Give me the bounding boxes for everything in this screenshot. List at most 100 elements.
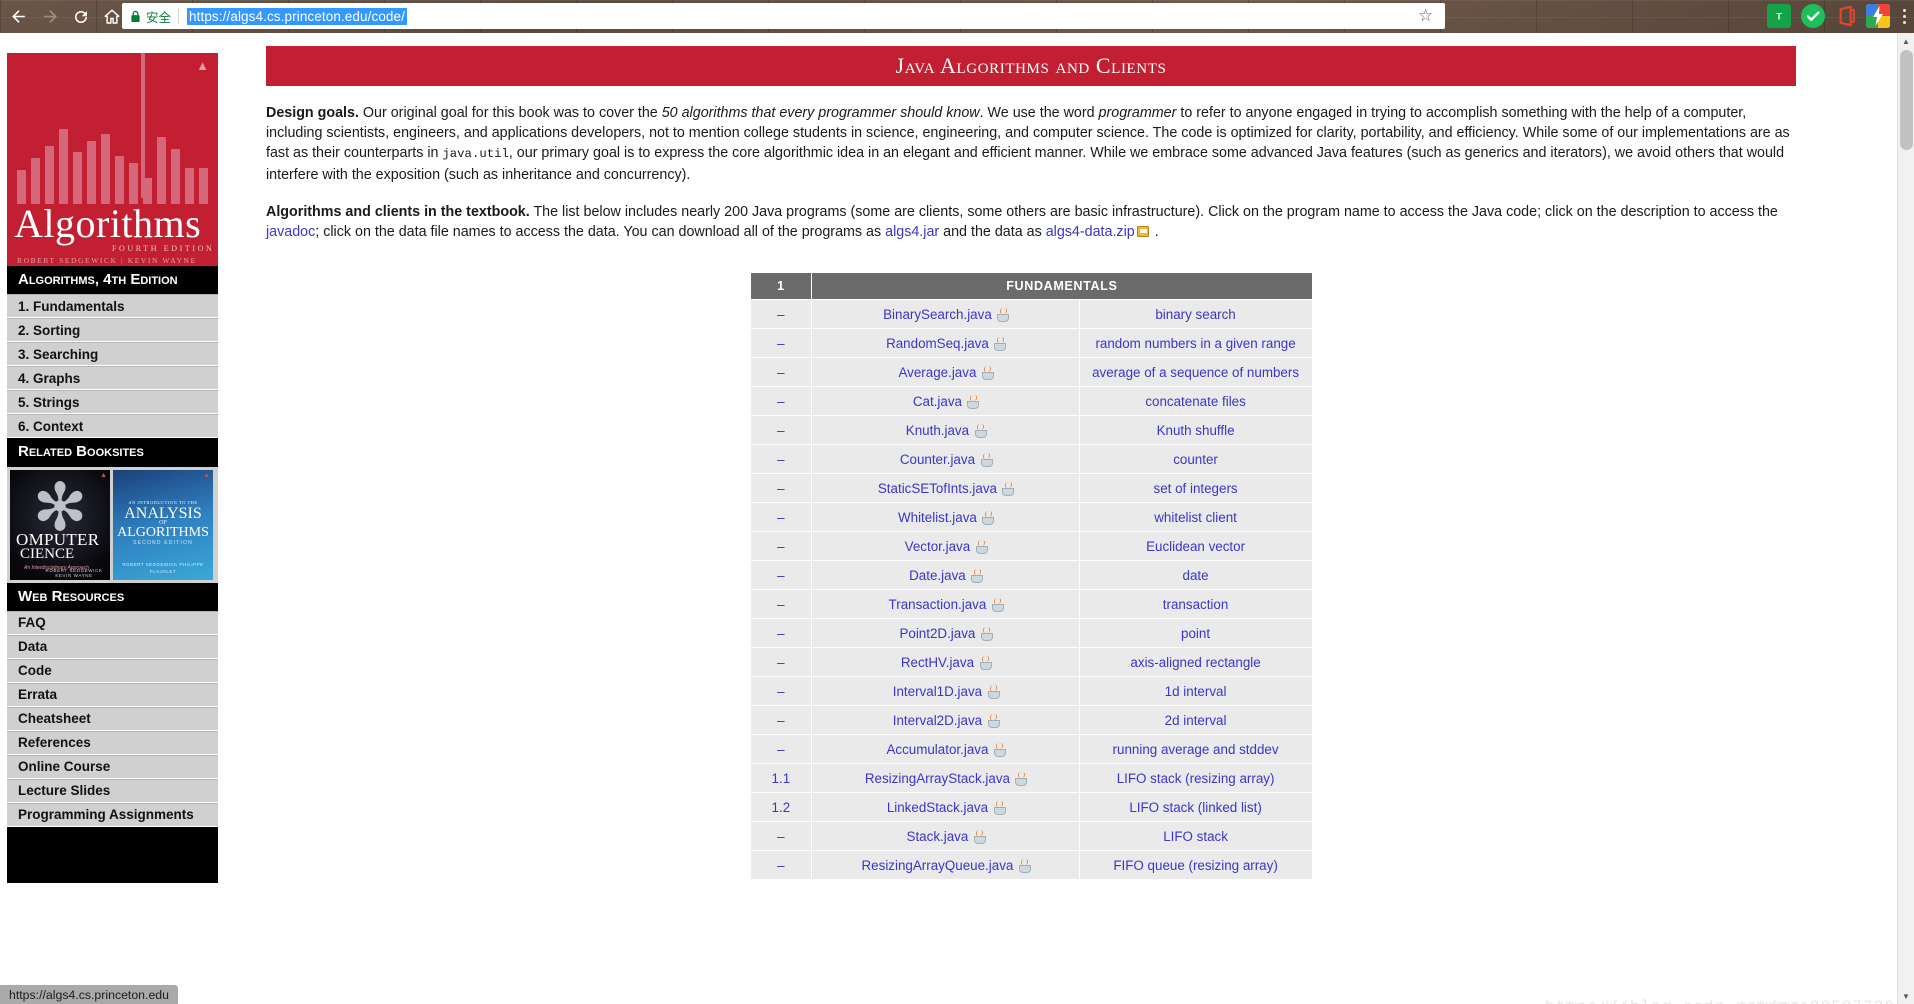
sidebar-item-online-course[interactable]: Online Course xyxy=(7,754,218,779)
program-link[interactable]: RectHV.java xyxy=(901,655,974,670)
table-row: – StaticSETofInts.java set of integers xyxy=(749,473,1313,504)
description-link[interactable]: 2d interval xyxy=(1165,713,1227,728)
related-booksites: ✻ OMPUTER CIENCE An Interdisciplinary Ap… xyxy=(7,466,218,583)
table-row: 1.2 LinkedStack.java LIFO stack (linked li… xyxy=(749,792,1313,823)
analysis-of-algorithms-booksite-link[interactable]: AN INTRODUCTION TO THE ANALYSIS OF ALGOR… xyxy=(113,469,213,580)
description-cell: 1d interval xyxy=(1078,676,1313,707)
table-row: – RandomSeq.java random numbers in a given… xyxy=(749,328,1313,359)
program-link[interactable]: LinkedStack.java xyxy=(887,800,988,815)
sidebar-item-fundamentals[interactable]: 1. Fundamentals xyxy=(7,294,218,319)
table-row: – BinarySearch.java binary search xyxy=(749,299,1313,330)
sidebar-item-faq[interactable]: FAQ xyxy=(7,610,218,635)
url-text[interactable]: https://algs4.cs.princeton.edu/code/ xyxy=(187,7,407,25)
csdn-watermark: https://blog.csdn.net/qq_33587730 https:… xyxy=(1545,998,1895,1004)
description-cell: FIFO queue (resizing array) xyxy=(1078,850,1313,881)
aa-line1: AN INTRODUCTION TO THE xyxy=(128,499,198,505)
description-link[interactable]: transaction xyxy=(1163,597,1229,612)
table-row: 1.1 ResizingArrayStack.java LIFO stack (re… xyxy=(749,763,1313,794)
scroll-down-arrow-icon[interactable]: ▼ xyxy=(1898,988,1914,1004)
description-cell: whitelist client xyxy=(1078,502,1313,533)
description-link[interactable]: concatenate files xyxy=(1145,394,1246,409)
back-button[interactable] xyxy=(4,2,33,31)
program-link[interactable]: Average.java xyxy=(898,365,976,380)
program-link[interactable]: Stack.java xyxy=(907,829,969,844)
chrome-menu-button[interactable] xyxy=(1897,5,1911,27)
program-link[interactable]: Interval1D.java xyxy=(893,684,982,699)
page-scrollbar[interactable]: ▲ ▼ xyxy=(1897,33,1914,1004)
table-body: – BinarySearch.java binary search – RandomSe… xyxy=(749,299,1313,881)
forward-button[interactable] xyxy=(36,2,65,31)
java-cup-icon xyxy=(979,656,992,671)
description-link[interactable]: FIFO queue (resizing array) xyxy=(1113,858,1277,873)
sidebar-item-lecture-slides[interactable]: Lecture Slides xyxy=(7,778,218,803)
back-arrow-icon xyxy=(12,10,25,23)
description-link[interactable]: date xyxy=(1183,568,1209,583)
scroll-up-arrow-icon[interactable]: ▲ xyxy=(1898,33,1914,49)
sidebar-item-graphs[interactable]: 4. Graphs xyxy=(7,366,218,391)
description-link[interactable]: average of a sequence of numbers xyxy=(1092,365,1299,380)
program-link[interactable]: Knuth.java xyxy=(906,423,969,438)
description-link[interactable]: point xyxy=(1181,626,1210,641)
program-link[interactable]: ResizingArrayQueue.java xyxy=(862,858,1014,873)
java-cup-icon xyxy=(982,511,995,526)
browser-toolbar: 安全 https://algs4.cs.princeton.edu/code/ … xyxy=(0,0,1914,33)
program-cell: Transaction.java xyxy=(811,589,1080,620)
description-link[interactable]: set of integers xyxy=(1154,481,1238,496)
adblock-check-extension-icon[interactable] xyxy=(1801,4,1825,28)
program-link[interactable]: StaticSETofInts.java xyxy=(878,481,997,496)
description-link[interactable]: LIFO stack xyxy=(1163,829,1228,844)
description-link[interactable]: whitelist client xyxy=(1154,510,1237,525)
algorithms-book-cover[interactable]: Algorithms FOURTH EDITION ROBERT SEDGEWI… xyxy=(7,53,218,266)
tampermonkey-extension-icon[interactable]: T xyxy=(1767,4,1791,28)
program-link[interactable]: RandomSeq.java xyxy=(886,336,989,351)
office-extension-icon[interactable] xyxy=(1835,4,1859,28)
description-link[interactable]: running average and stddev xyxy=(1113,742,1279,757)
program-link[interactable]: Vector.java xyxy=(905,539,971,554)
program-link[interactable]: Point2D.java xyxy=(899,626,975,641)
sidebar-item-code[interactable]: Code xyxy=(7,658,218,683)
description-link[interactable]: Euclidean vector xyxy=(1146,539,1245,554)
description-link[interactable]: counter xyxy=(1173,452,1218,467)
address-bar[interactable]: 安全 https://algs4.cs.princeton.edu/code/ xyxy=(122,3,1445,29)
javadoc-link[interactable]: javadoc xyxy=(266,224,315,240)
description-link[interactable]: Knuth shuffle xyxy=(1157,423,1235,438)
sidebar-item-data[interactable]: Data xyxy=(7,634,218,659)
reload-icon xyxy=(74,10,87,23)
program-link[interactable]: Transaction.java xyxy=(889,597,987,612)
program-cell: ResizingArrayQueue.java xyxy=(811,850,1080,881)
description-link[interactable]: LIFO stack (resizing array) xyxy=(1117,771,1275,786)
sidebar-item-references[interactable]: References xyxy=(7,730,218,755)
description-link[interactable]: binary search xyxy=(1155,307,1235,322)
program-link[interactable]: Date.java xyxy=(909,568,966,583)
description-link[interactable]: 1d interval xyxy=(1165,684,1227,699)
program-link[interactable]: ResizingArrayStack.java xyxy=(865,771,1010,786)
java-cup-icon xyxy=(991,598,1004,613)
reload-button[interactable] xyxy=(66,2,95,31)
program-link[interactable]: Counter.java xyxy=(900,452,975,467)
computer-science-booksite-link[interactable]: ✻ OMPUTER CIENCE An Interdisciplinary Ap… xyxy=(10,469,110,580)
description-link[interactable]: LIFO stack (linked list) xyxy=(1129,800,1261,815)
description-link[interactable]: random numbers in a given range xyxy=(1095,336,1295,351)
sidebar-item-context[interactable]: 6. Context xyxy=(7,414,218,439)
sidebar-item-strings[interactable]: 5. Strings xyxy=(7,390,218,415)
algs4-jar-link[interactable]: algs4.jar xyxy=(885,224,939,240)
scrollbar-thumb[interactable] xyxy=(1900,50,1913,150)
algs4-data-zip-link[interactable]: algs4-data.zip xyxy=(1046,224,1135,240)
program-link[interactable]: BinarySearch.java xyxy=(883,307,992,322)
main-content: Java Algorithms and Clients Design goals… xyxy=(266,46,1796,881)
colorful-app-extension-icon[interactable] xyxy=(1866,4,1890,28)
program-link[interactable]: Accumulator.java xyxy=(886,742,988,757)
bookmark-star-icon[interactable]: ☆ xyxy=(1418,7,1433,24)
sidebar-item-errata[interactable]: Errata xyxy=(7,682,218,707)
description-cell: transaction xyxy=(1078,589,1313,620)
description-link[interactable]: axis-aligned rectangle xyxy=(1130,655,1260,670)
sidebar-item-programming-assignments[interactable]: Programming Assignments xyxy=(7,802,218,827)
program-link[interactable]: Cat.java xyxy=(913,394,962,409)
program-link[interactable]: Interval2D.java xyxy=(893,713,982,728)
row-reference: – xyxy=(749,589,813,620)
program-link[interactable]: Whitelist.java xyxy=(898,510,977,525)
java-cup-icon xyxy=(1015,772,1028,787)
sidebar-item-searching[interactable]: 3. Searching xyxy=(7,342,218,367)
sidebar-item-sorting[interactable]: 2. Sorting xyxy=(7,318,218,343)
sidebar-item-cheatsheet[interactable]: Cheatsheet xyxy=(7,706,218,731)
